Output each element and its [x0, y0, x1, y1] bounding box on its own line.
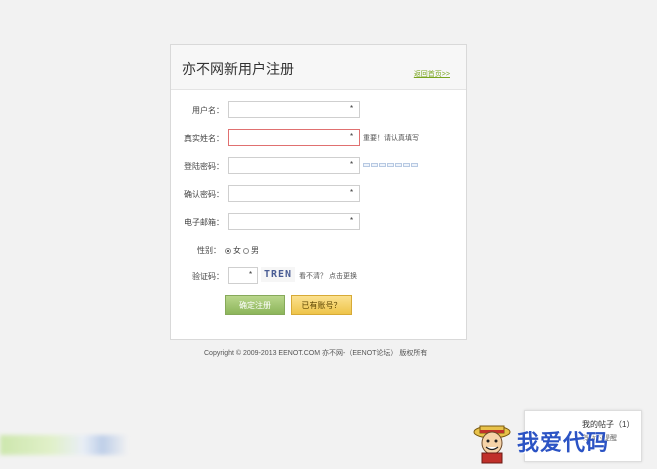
password-input[interactable] [228, 157, 360, 174]
back-home-link[interactable]: 返回首页>> [414, 69, 450, 79]
strength-segment [363, 163, 370, 167]
copyright-text: Copyright © 2009-2013 EENOT.COM 亦不网-（EEN… [204, 350, 428, 357]
watermark-logo: 我爱代码 [517, 430, 610, 456]
gender-male-label: 男 [251, 246, 259, 255]
strength-segment [387, 163, 394, 167]
realname-label: 真实姓名： [184, 134, 224, 143]
captcha-refresh-link[interactable]: 看不清？ 点击更换 [299, 271, 357, 281]
captcha-input[interactable] [228, 267, 258, 284]
captcha-row: 验证码： * TREN 看不清？ 点击更换 [171, 267, 466, 285]
password-row: 登陆密码： * [171, 157, 466, 175]
captcha-required-mark: * [249, 270, 253, 279]
confirm-label: 确认密码： [184, 190, 224, 199]
register-panel: 亦不网新用户注册 返回首页>> 用户名： * 真实姓名： * 重要！请认真填写 … [170, 44, 467, 340]
gender-male-radio[interactable] [243, 247, 249, 254]
confirm-required-mark: * [350, 188, 354, 197]
password-required-mark: * [350, 160, 354, 169]
password-label: 登陆密码： [184, 162, 224, 171]
mascot-icon [473, 425, 511, 464]
gender-label: 性别： [197, 246, 221, 255]
gender-options: 女 男 [225, 245, 259, 256]
email-required-mark: * [350, 216, 354, 225]
realname-hint: 重要！请认真填写 [363, 135, 419, 142]
username-required-mark: * [350, 104, 354, 113]
username-row: 用户名： * [171, 101, 466, 119]
confirm-row: 确认密码： * [171, 185, 466, 203]
gender-female-label: 女 [233, 246, 241, 255]
realname-input[interactable] [228, 129, 360, 146]
password-strength-meter [363, 163, 418, 167]
strength-segment [395, 163, 402, 167]
username-label: 用户名： [192, 106, 224, 115]
have-account-button[interactable]: 已有账号？ [291, 295, 352, 315]
realname-required-mark: * [350, 132, 354, 141]
strength-segment [371, 163, 378, 167]
captcha-label: 验证码： [192, 272, 224, 281]
submit-register-button[interactable]: 确定注册 [225, 295, 285, 315]
panel-header: 亦不网新用户注册 返回首页>> [171, 45, 466, 90]
email-label: 电子邮箱： [184, 218, 224, 227]
strength-segment [403, 163, 410, 167]
strength-segment [379, 163, 386, 167]
strength-segment [411, 163, 418, 167]
gender-female-radio[interactable] [225, 247, 231, 254]
username-input[interactable] [228, 101, 360, 118]
confirm-password-input[interactable] [228, 185, 360, 202]
gender-row: 性别： 女 男 [171, 241, 466, 259]
email-input[interactable] [228, 213, 360, 230]
blurred-decoration [0, 435, 128, 455]
email-row: 电子邮箱： * [171, 213, 466, 231]
captcha-image[interactable]: TREN [261, 267, 295, 282]
realname-row: 真实姓名： * 重要！请认真填写 [171, 129, 466, 147]
page-title: 亦不网新用户注册 [182, 62, 294, 78]
